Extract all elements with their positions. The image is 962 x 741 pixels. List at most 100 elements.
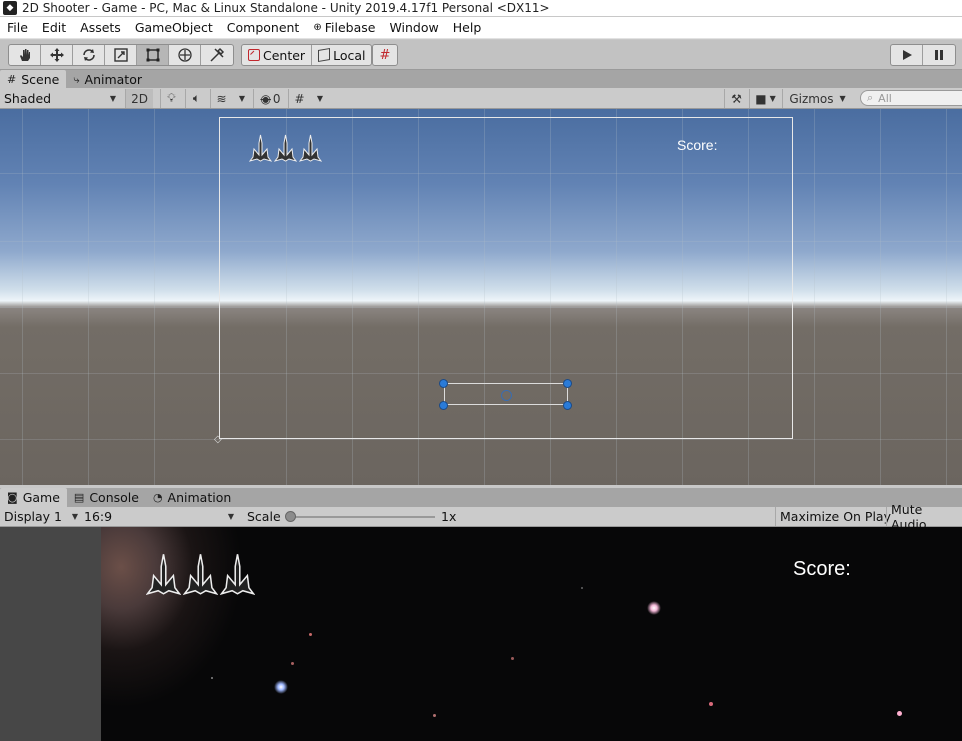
- grid-toggle[interactable]: #: [288, 89, 310, 108]
- effects-dropdown[interactable]: ▼: [233, 89, 251, 108]
- chevron-down-icon: ▼: [71, 512, 78, 521]
- scale-slider-knob[interactable]: [285, 511, 296, 522]
- grid-line: [946, 109, 947, 485]
- pause-icon: [935, 50, 943, 60]
- scale-slider-track[interactable]: [290, 516, 435, 518]
- move-tool-button[interactable]: [41, 45, 73, 65]
- star: [511, 657, 514, 660]
- mute-audio-toggle[interactable]: Mute Audio: [886, 502, 962, 532]
- camera-settings-button[interactable]: ■ ▼: [749, 89, 781, 108]
- transform-icon: [177, 48, 192, 62]
- scene-search-input[interactable]: ⌕ All: [860, 90, 962, 106]
- menu-filebase[interactable]: ⊕ Filebase: [306, 17, 382, 39]
- tab-console-label: Console: [89, 490, 139, 505]
- play-icon: [902, 50, 912, 60]
- tools-icon: [210, 47, 225, 62]
- pivot-space-label: Local: [333, 47, 366, 63]
- grid-line: [0, 439, 962, 440]
- tab-scene[interactable]: # Scene: [0, 70, 67, 89]
- grid-line: [22, 109, 23, 485]
- scale-tool-button[interactable]: [105, 45, 137, 65]
- play-button[interactable]: [891, 45, 923, 65]
- aspect-dropdown[interactable]: 16:9 ▼: [84, 507, 238, 526]
- main-toolbar: Center Local #: [0, 40, 962, 70]
- grid-dropdown[interactable]: ▼: [311, 89, 329, 108]
- ship-icon: [183, 554, 218, 596]
- star: [647, 601, 661, 615]
- audio-toggle[interactable]: 🔈︎: [185, 89, 207, 108]
- star: [309, 633, 312, 636]
- lives-ships-scene[interactable]: [249, 133, 322, 163]
- custom-tool-button[interactable]: [201, 45, 233, 65]
- gamepad-icon: ◙: [7, 491, 18, 504]
- score-label-scene[interactable]: Score:: [677, 137, 717, 153]
- camera-icon: ■: [755, 91, 767, 106]
- star: [897, 711, 902, 716]
- rect-tool-button[interactable]: [137, 45, 169, 65]
- scene-tools-button[interactable]: ⚒: [724, 89, 748, 108]
- menu-edit[interactable]: Edit: [35, 17, 73, 39]
- transform-tool-button[interactable]: [169, 45, 201, 65]
- chevron-down-icon: ▼: [238, 94, 246, 103]
- tab-console[interactable]: ▤ Console: [67, 488, 146, 507]
- menu-component[interactable]: Component: [220, 17, 307, 39]
- clock-icon: ◔: [152, 491, 163, 504]
- pivot-mode-button[interactable]: Center: [242, 45, 313, 65]
- effects-toggle[interactable]: ≋: [210, 89, 232, 108]
- tab-animation[interactable]: ◔ Animation: [146, 488, 238, 507]
- play-controls: [890, 44, 956, 66]
- maximize-on-play-toggle[interactable]: Maximize On Play: [775, 507, 895, 526]
- pivot-mode-label: Center: [263, 47, 306, 63]
- aspect-value: 16:9: [84, 509, 113, 524]
- menu-assets[interactable]: Assets: [73, 17, 128, 39]
- menu-help[interactable]: Help: [446, 17, 489, 39]
- mode-2d-label: 2D: [131, 91, 148, 106]
- pivot-circle[interactable]: [501, 390, 512, 401]
- lighting-toggle[interactable]: 💡︎: [160, 89, 182, 108]
- score-label-game: Score:: [793, 558, 851, 580]
- star: [274, 680, 288, 694]
- star: [211, 677, 213, 679]
- pivot-space-button[interactable]: Local: [312, 45, 371, 65]
- game-tab-strip: ◙ Game ▤ Console ◔ Animation: [0, 488, 962, 507]
- title-bar: ◆ 2D Shooter - Game - PC, Mac & Linux St…: [0, 0, 962, 16]
- menu-file[interactable]: File: [0, 17, 35, 39]
- ship-icon: [274, 134, 297, 162]
- menu-gameobject[interactable]: GameObject: [128, 17, 220, 39]
- rect-handle-bottom-left[interactable]: [439, 401, 448, 410]
- hidden-objects-toggle[interactable]: ◉ 0: [253, 89, 287, 108]
- lightbulb-icon: 💡︎: [167, 91, 176, 105]
- gizmos-dropdown[interactable]: Gizmos ▼: [782, 89, 852, 108]
- pivot-center-icon: [248, 49, 260, 61]
- mode-2d-toggle[interactable]: 2D: [125, 89, 153, 108]
- rect-handle-bottom-right[interactable]: [563, 401, 572, 410]
- scale-icon: [113, 48, 128, 62]
- rotate-tool-button[interactable]: [73, 45, 105, 65]
- tab-animation-label: Animation: [167, 490, 232, 505]
- scene-view[interactable]: Score: ◇: [0, 109, 962, 485]
- shading-mode-dropdown[interactable]: Shaded ▼: [4, 88, 120, 108]
- scene-toolbar: Shaded ▼ 2D 💡︎ 🔈︎ ≋ ▼ ◉ 0 # ▼ ⚒ ■ ▼ Gizm…: [0, 88, 962, 109]
- pause-button[interactable]: [923, 45, 955, 65]
- grid-snap-button[interactable]: #: [373, 45, 397, 65]
- snap-group: #: [372, 44, 398, 66]
- rect-handle-top-left[interactable]: [439, 379, 448, 388]
- menu-filebase-label: Filebase: [324, 19, 376, 35]
- tab-game[interactable]: ◙ Game: [0, 488, 67, 507]
- grid-icon: #: [294, 91, 305, 106]
- ship-icon: [249, 134, 272, 162]
- hidden-count: 0: [272, 91, 281, 106]
- grid-line: [814, 109, 815, 485]
- grid-line: [88, 109, 89, 485]
- tab-animator[interactable]: ⤷ Animator: [66, 70, 149, 89]
- canvas-corner-icon: ◇: [214, 434, 222, 445]
- rect-handle-top-right[interactable]: [563, 379, 572, 388]
- speaker-icon: 🔈︎: [192, 91, 201, 105]
- hand-tool-button[interactable]: [9, 45, 41, 65]
- chevron-down-icon: ▼: [839, 94, 846, 103]
- window-title: 2D Shooter - Game - PC, Mac & Linux Stan…: [22, 1, 550, 15]
- grid-line: [880, 109, 881, 485]
- display-dropdown[interactable]: Display 1 ▼: [4, 507, 78, 526]
- chevron-down-icon: ▼: [227, 512, 234, 521]
- menu-window[interactable]: Window: [382, 17, 445, 39]
